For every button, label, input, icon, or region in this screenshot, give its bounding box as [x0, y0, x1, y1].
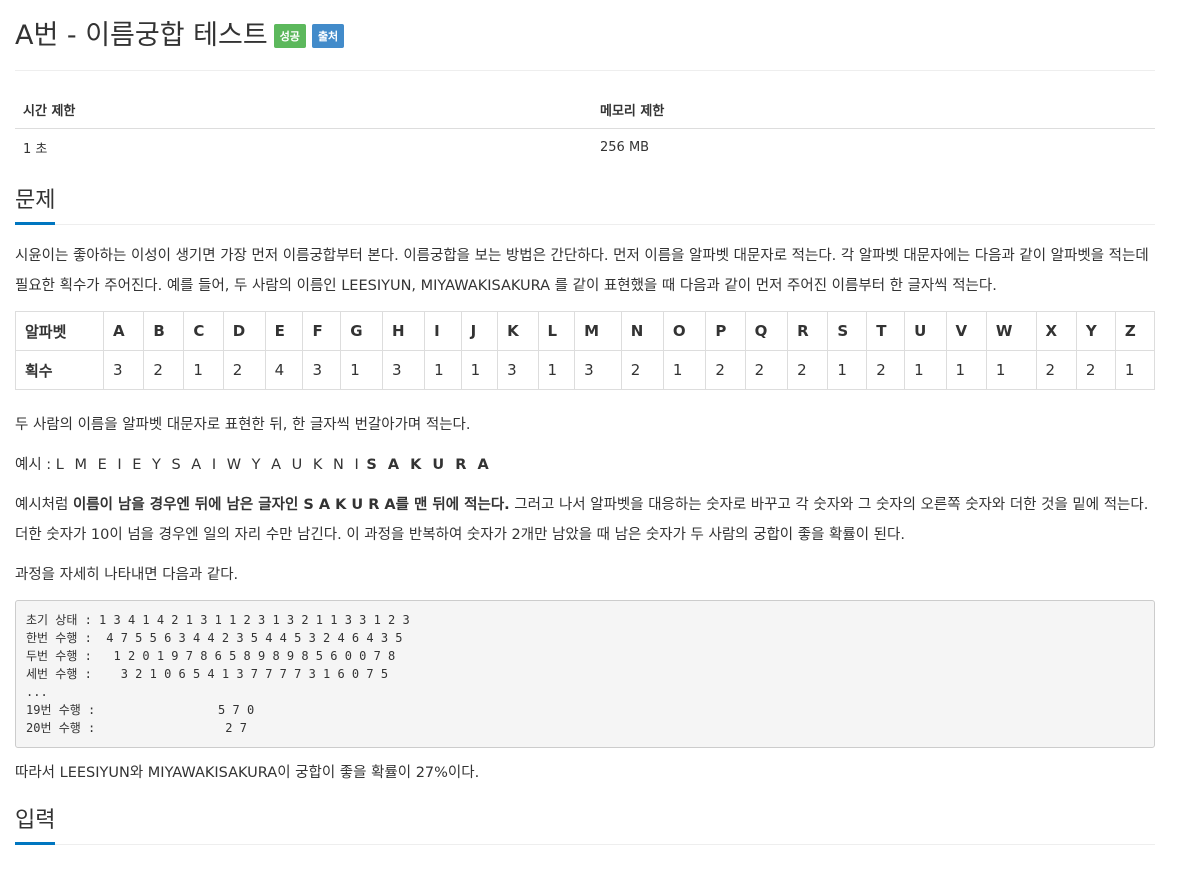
alphabet-cell: S — [827, 311, 868, 351]
limits-table: 시간 제한 메모리 제한 1 초 256 MB — [15, 93, 1155, 164]
problem-paragraph: 시윤이는 좋아하는 이성이 생기면 가장 먼저 이름궁합부터 본다. 이름궁합을… — [15, 248, 1149, 294]
stroke-cell: 2 — [620, 350, 664, 390]
result-paragraph: 따라서 LEESIYUN와 MIYAWAKISAKURA이 궁합이 좋을 확률이… — [15, 765, 480, 781]
rule-bold: 이름이 남을 경우엔 뒤에 남은 글자인 S A K U R A를 맨 뒤에 적… — [72, 497, 510, 513]
stroke-cell: 1 — [662, 350, 707, 390]
problem-title-row: A번 - 이름궁합 테스트 성공 출처 — [15, 0, 1155, 71]
alphabet-cell: R — [787, 311, 829, 351]
stroke-cell: 2 — [222, 350, 266, 390]
alphabet-cell: F — [302, 311, 342, 351]
alphabet-cell: C — [183, 311, 224, 351]
stroke-cell: 3 — [574, 350, 622, 390]
stroke-cell: 1 — [424, 350, 462, 390]
process-code-block: 초기 상태 : 1 3 4 1 4 2 1 3 1 1 2 3 1 3 2 1 … — [15, 600, 1155, 748]
input-section-title: 입력 — [15, 808, 56, 833]
problem-page: A번 - 이름궁합 테스트 성공 출처 시간 제한 메모리 제한 1 초 256… — [15, 0, 1156, 845]
alphabet-cell: L — [537, 311, 576, 351]
memory-limit-header: 메모리 제한 — [592, 93, 1155, 129]
stroke-cell: 2 — [143, 350, 185, 390]
alphabet-cell: X — [1035, 311, 1077, 351]
stroke-cell: 3 — [102, 350, 145, 390]
example-label: 예시 : — [15, 457, 52, 473]
section-underline — [15, 222, 55, 225]
stroke-cell: 1 — [945, 350, 987, 390]
alphabet-cell: O — [662, 311, 707, 351]
alphabet-cell: N — [620, 311, 664, 351]
stroke-cell: 3 — [381, 350, 426, 390]
example-sequence-bold: S A K U R A — [366, 457, 492, 473]
alphabet-cell: U — [904, 311, 947, 351]
stroke-cell: 1 — [460, 350, 499, 390]
source-badge[interactable]: 출처 — [311, 24, 345, 48]
memory-limit-value: 256 MB — [600, 140, 650, 155]
alphabet-cell: A — [102, 311, 145, 351]
alphabet-cell: K — [497, 311, 539, 351]
problem-title: A번 - 이름궁합 테스트 — [15, 19, 268, 51]
alphabet-cell: I — [424, 311, 462, 351]
alphabet-cell: Y — [1075, 311, 1116, 351]
rule-lead: 예시처럼 — [15, 497, 73, 513]
alphabet-cell: W — [985, 311, 1037, 351]
stroke-cell: 1 — [537, 350, 576, 390]
stroke-cell: 1 — [827, 350, 868, 390]
alphabet-cell: P — [705, 311, 746, 351]
stroke-cell: 1 — [904, 350, 947, 390]
stroke-cell: 2 — [1035, 350, 1077, 390]
stroke-cell: 2 — [787, 350, 829, 390]
example-sequence: L M E I E Y S A I W Y A U K N I — [55, 457, 362, 473]
alphabet-cell: E — [264, 311, 304, 351]
problem-section-header: 문제 — [15, 186, 1155, 225]
stroke-cell: 1 — [1114, 350, 1156, 390]
time-limit-value: 1 초 — [23, 142, 48, 157]
alphabet-cell: Z — [1114, 311, 1156, 351]
alphabet-cell: M — [574, 311, 622, 351]
alphabet-cell: Q — [744, 311, 789, 351]
stroke-cell: 2 — [866, 350, 906, 390]
time-limit-header: 시간 제한 — [15, 93, 592, 129]
stroke-cell: 3 — [302, 350, 342, 390]
success-badge[interactable]: 성공 — [273, 24, 306, 48]
alphabet-cell: H — [381, 311, 426, 351]
problem-section-title: 문제 — [15, 188, 56, 213]
alphabet-row-header: 알파벳 — [15, 311, 104, 351]
stroke-cell: 1 — [985, 350, 1037, 390]
section-underline — [15, 842, 55, 845]
rule-paragraph: 예시처럼 이름이 남을 경우엔 뒤에 남은 글자인 S A K U R A를 맨… — [15, 490, 1155, 550]
stroke-cell: 3 — [497, 350, 539, 390]
stroke-cell: 2 — [1075, 350, 1116, 390]
alphabet-cell: V — [945, 311, 987, 351]
alphabet-cell: B — [143, 311, 185, 351]
stroke-table: 알파벳 ABCDEFGHIJKLMNOPQRSTUVWXYZ 획수 321243… — [15, 311, 1156, 390]
alphabet-cell: D — [222, 311, 266, 351]
stroke-row-header: 획수 — [15, 350, 104, 390]
stroke-cell: 4 — [264, 350, 304, 390]
alphabet-cell: J — [460, 311, 499, 351]
input-section-header: 입력 — [15, 806, 1155, 845]
stroke-cell: 1 — [340, 350, 383, 390]
alphabet-cell: T — [866, 311, 906, 351]
process-intro: 과정을 자세히 나타내면 다음과 같다. — [15, 567, 239, 583]
stroke-cell: 2 — [744, 350, 789, 390]
alphabet-cell: G — [340, 311, 383, 351]
stroke-cell: 2 — [705, 350, 746, 390]
stroke-cell: 1 — [183, 350, 224, 390]
alternate-paragraph: 두 사람의 이름을 알파벳 대문자로 표현한 뒤, 한 글자씩 번갈아가며 적는… — [15, 417, 471, 433]
example-line: 예시 : L M E I E Y S A I W Y A U K N I S A… — [15, 450, 1155, 480]
